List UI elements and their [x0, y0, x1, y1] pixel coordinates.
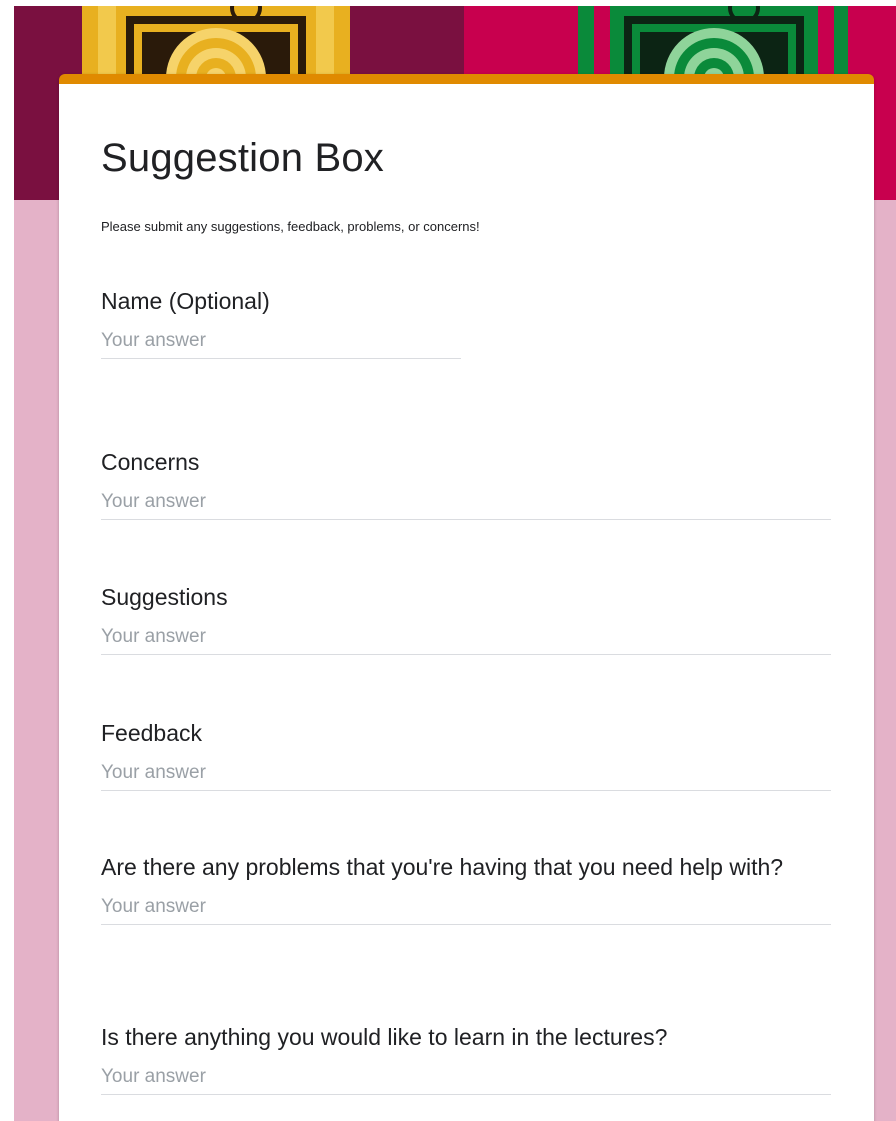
question-suggestions: Suggestions	[101, 580, 831, 655]
name-input[interactable]	[101, 330, 461, 359]
question-lectures: Is there anything you would like to lear…	[101, 1020, 831, 1095]
question-label: Concerns	[101, 449, 200, 475]
question-label: Suggestions	[101, 584, 228, 610]
feedback-input[interactable]	[101, 762, 831, 791]
form-page: Suggestion Box Please submit any suggest…	[0, 0, 896, 1121]
problems-input[interactable]	[101, 896, 831, 925]
form-title: Suggestion Box	[101, 136, 384, 180]
question-label: Are there any problems that you're havin…	[101, 854, 784, 880]
question-concerns: Concerns	[101, 445, 831, 520]
question-label: Feedback	[101, 720, 203, 746]
question-feedback: Feedback	[101, 716, 831, 791]
form-card: Suggestion Box Please submit any suggest…	[59, 74, 874, 1121]
concerns-input[interactable]	[101, 491, 831, 520]
question-label: Name (Optional)	[101, 288, 270, 314]
lectures-input[interactable]	[101, 1066, 831, 1095]
question-label: Is there anything you would like to lear…	[101, 1024, 668, 1050]
question-name: Name (Optional)	[101, 284, 831, 359]
question-problems: Are there any problems that you're havin…	[101, 850, 831, 925]
suggestions-input[interactable]	[101, 626, 831, 655]
form-description: Please submit any suggestions, feedback,…	[101, 219, 480, 234]
